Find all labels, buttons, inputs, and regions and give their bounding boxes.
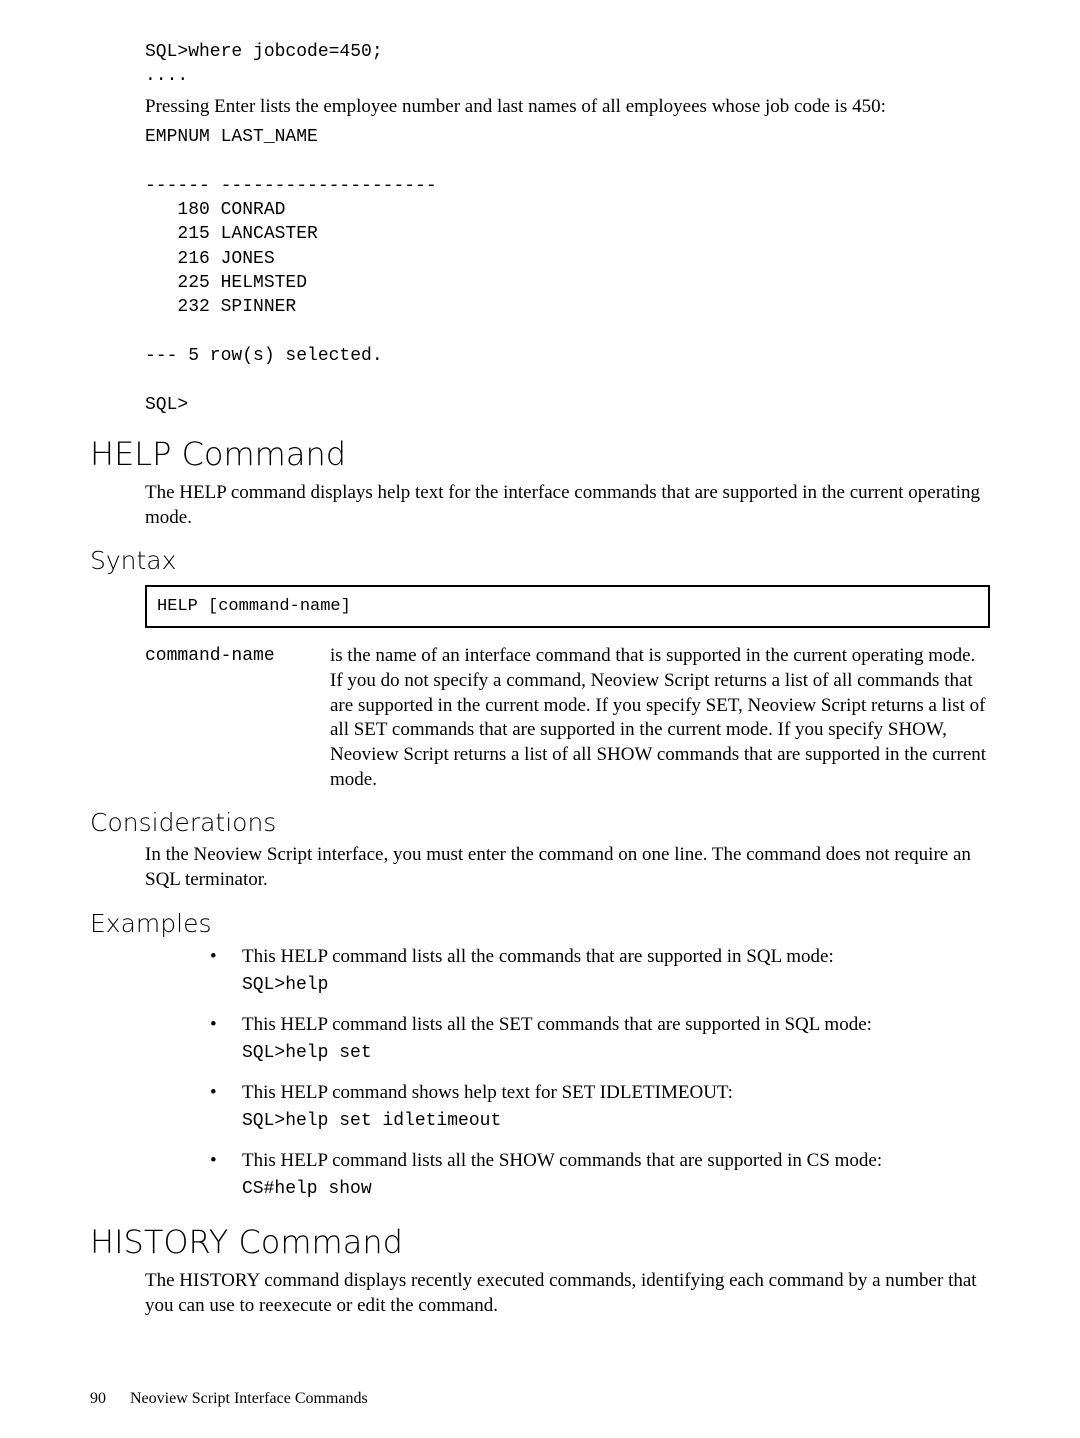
example-text: This HELP command lists all the SHOW com…: [242, 1150, 882, 1171]
page-footer: 90 Neoview Script Interface Commands: [90, 1390, 368, 1408]
code-block-output: EMPNUM LAST_NAME ------ ----------------…: [145, 125, 990, 417]
paragraph-press-enter: Pressing Enter lists the employee number…: [145, 95, 990, 120]
page-number: 90: [90, 1390, 106, 1407]
heading-syntax: Syntax: [90, 546, 990, 575]
example-code: SQL>help: [242, 973, 990, 997]
code-block-where: SQL>where jobcode=450; ....: [145, 40, 990, 89]
example-code: SQL>help set idletimeout: [242, 1109, 990, 1133]
example-text: This HELP command lists all the SET comm…: [242, 1014, 872, 1035]
paragraph-help-intro: The HELP command displays help text for …: [145, 481, 990, 530]
list-item: This HELP command lists all the SET comm…: [200, 1012, 990, 1066]
definition-row: command-name is the name of an interface…: [145, 644, 990, 792]
definition-description: is the name of an interface command that…: [330, 644, 990, 792]
heading-considerations: Considerations: [90, 808, 990, 837]
example-text: This HELP command lists all the commands…: [242, 946, 834, 967]
example-code: SQL>help set: [242, 1041, 990, 1065]
footer-title: Neoview Script Interface Commands: [130, 1390, 368, 1407]
paragraph-considerations: In the Neoview Script interface, you mus…: [145, 843, 990, 892]
list-item: This HELP command shows help text for SE…: [200, 1080, 990, 1134]
examples-list: This HELP command lists all the commands…: [200, 944, 990, 1202]
definition-term: command-name: [145, 644, 330, 792]
heading-help-command: HELP Command: [90, 435, 990, 473]
list-item: This HELP command lists all the SHOW com…: [200, 1148, 990, 1202]
paragraph-history-intro: The HISTORY command displays recently ex…: [145, 1269, 990, 1318]
syntax-box-help: HELP [command-name]: [145, 585, 990, 628]
list-item: This HELP command lists all the commands…: [200, 944, 990, 998]
heading-history-command: HISTORY Command: [90, 1223, 990, 1261]
heading-examples: Examples: [90, 909, 990, 938]
example-code: CS#help show: [242, 1177, 990, 1201]
example-text: This HELP command shows help text for SE…: [242, 1082, 733, 1103]
